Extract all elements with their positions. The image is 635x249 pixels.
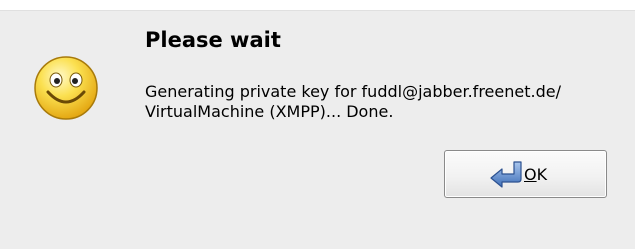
dialog-title: Please wait bbox=[145, 28, 281, 52]
return-arrow-icon bbox=[490, 161, 522, 188]
ok-button[interactable]: OK bbox=[444, 150, 607, 198]
smiley-face-icon bbox=[34, 56, 98, 120]
ok-button-label: OK bbox=[524, 165, 547, 184]
please-wait-dialog: Please wait Generating private key for f… bbox=[0, 10, 635, 249]
dialog-message: Generating private key for fuddl@jabber.… bbox=[145, 82, 625, 122]
message-line-2: VirtualMachine (XMPP)... Done. bbox=[145, 102, 394, 121]
ok-label-rest: K bbox=[536, 165, 548, 184]
ok-mnemonic: O bbox=[524, 165, 537, 184]
message-line-1: Generating private key for fuddl@jabber.… bbox=[145, 82, 561, 101]
dialog-border bbox=[0, 10, 635, 11]
